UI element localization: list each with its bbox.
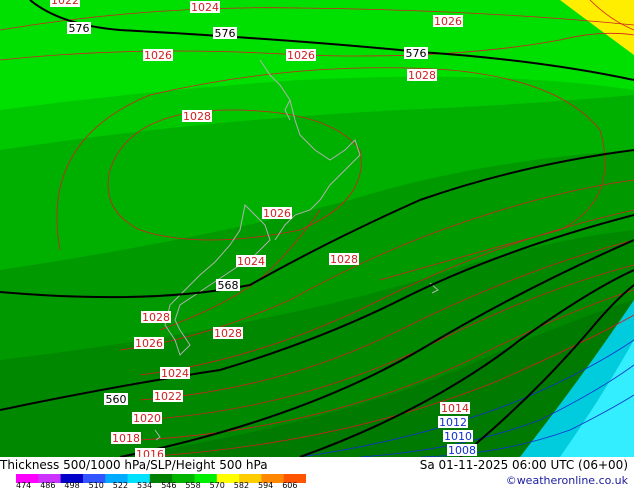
- map-canvas: 1022 1024 1026 1026 1026 1028 1028 1026 …: [0, 0, 634, 457]
- isobar-label-text: 1024: [161, 367, 189, 380]
- isobar-label: 1012: [438, 416, 468, 429]
- scale-tick-label: 474: [16, 481, 32, 490]
- thickness-label-text: 568: [218, 279, 239, 292]
- thickness-label-text: 560: [106, 393, 127, 406]
- scale-tick-label: 570: [209, 481, 225, 490]
- thickness-label: 576: [67, 22, 91, 35]
- isobar-label-text: 1026: [287, 49, 315, 62]
- scale-tick-label: 522: [112, 481, 129, 490]
- map-title: Thickness 500/1000 hPa/SLP/Height 500 hP…: [0, 458, 268, 472]
- scale-tick-label: 498: [64, 481, 80, 490]
- valid-datetime: Sa 01-11-2025 06:00 UTC (06+00): [419, 458, 628, 472]
- isobar-label-text: 1028: [330, 253, 358, 266]
- isobar-label: 1028: [182, 110, 212, 123]
- scale-tick-label: 582: [233, 481, 250, 490]
- isobar-label-text: 1026: [144, 49, 172, 62]
- isobar-label: 1026: [143, 49, 173, 62]
- isobar-label: 1024: [190, 1, 220, 14]
- scale-tick-label: 594: [258, 481, 274, 490]
- isobar-label-text: 1024: [237, 255, 265, 268]
- isobar-label-text: 1026: [434, 15, 462, 28]
- isobar-label-text: 1010: [444, 430, 472, 443]
- isobar-label: 1028: [141, 311, 171, 324]
- isobar-label-text: 1018: [112, 432, 140, 445]
- isobar-label-text: 1012: [439, 416, 467, 429]
- isobar-label-text: 1022: [154, 390, 182, 403]
- isobar-label-text: 1026: [263, 207, 291, 220]
- isobar-label: 1010: [443, 430, 473, 443]
- isobar-label-text: 1028: [142, 311, 170, 324]
- scale-tick-label: 510: [88, 481, 104, 490]
- scale-tick-label: 546: [161, 481, 177, 490]
- isobar-label: 1028: [329, 253, 359, 266]
- thickness-label-text: 576: [69, 22, 90, 35]
- isobar-label: 1026: [134, 337, 164, 350]
- isobar-label-text: 1028: [408, 69, 436, 82]
- isobar-label: 1018: [111, 432, 141, 445]
- isobar-label-text: 1026: [135, 337, 163, 350]
- isobar-label: 1014: [440, 402, 470, 415]
- isobar-label: 1020: [132, 412, 162, 425]
- weather-map: 1022 1024 1026 1026 1026 1028 1028 1026 …: [0, 0, 634, 457]
- thickness-label: 568: [216, 279, 240, 292]
- isobar-label: 1028: [407, 69, 437, 82]
- isobar-label: 1028: [213, 327, 243, 340]
- thickness-label: 560: [104, 393, 128, 406]
- isobar-label: 1024: [236, 255, 266, 268]
- scale-tick-label: 606: [282, 481, 298, 490]
- isobar-label-text: 1028: [183, 110, 211, 123]
- isobar-label: 1022: [50, 0, 80, 7]
- isobar-label: 1016: [135, 448, 165, 457]
- thickness-label: 576: [404, 47, 428, 60]
- thickness-label: 576: [213, 27, 237, 40]
- isobar-label-text: 1016: [136, 448, 164, 457]
- isobar-label: 1026: [286, 49, 316, 62]
- isobar-label: 1008: [447, 444, 477, 457]
- isobar-label-text: 1022: [51, 0, 79, 7]
- isobar-label: 1024: [160, 367, 190, 380]
- scale-tick-label: 534: [137, 481, 153, 490]
- scale-tick-label: 558: [185, 481, 201, 490]
- thickness-label-text: 576: [215, 27, 236, 40]
- isobar-label-text: 1024: [191, 1, 219, 14]
- isobar-label-text: 1008: [448, 444, 476, 457]
- scale-tick-label: 486: [40, 481, 56, 490]
- isobar-label: 1026: [262, 207, 292, 220]
- thickness-label-text: 576: [406, 47, 427, 60]
- footer-bar: Thickness 500/1000 hPa/SLP/Height 500 hP…: [0, 457, 634, 490]
- isobar-label-text: 1020: [133, 412, 161, 425]
- isobar-label: 1026: [433, 15, 463, 28]
- isobar-label: 1022: [153, 390, 183, 403]
- credit-link[interactable]: ©weatheronline.co.uk: [506, 474, 628, 487]
- isobar-label-text: 1028: [214, 327, 242, 340]
- isobar-label-text: 1014: [441, 402, 469, 415]
